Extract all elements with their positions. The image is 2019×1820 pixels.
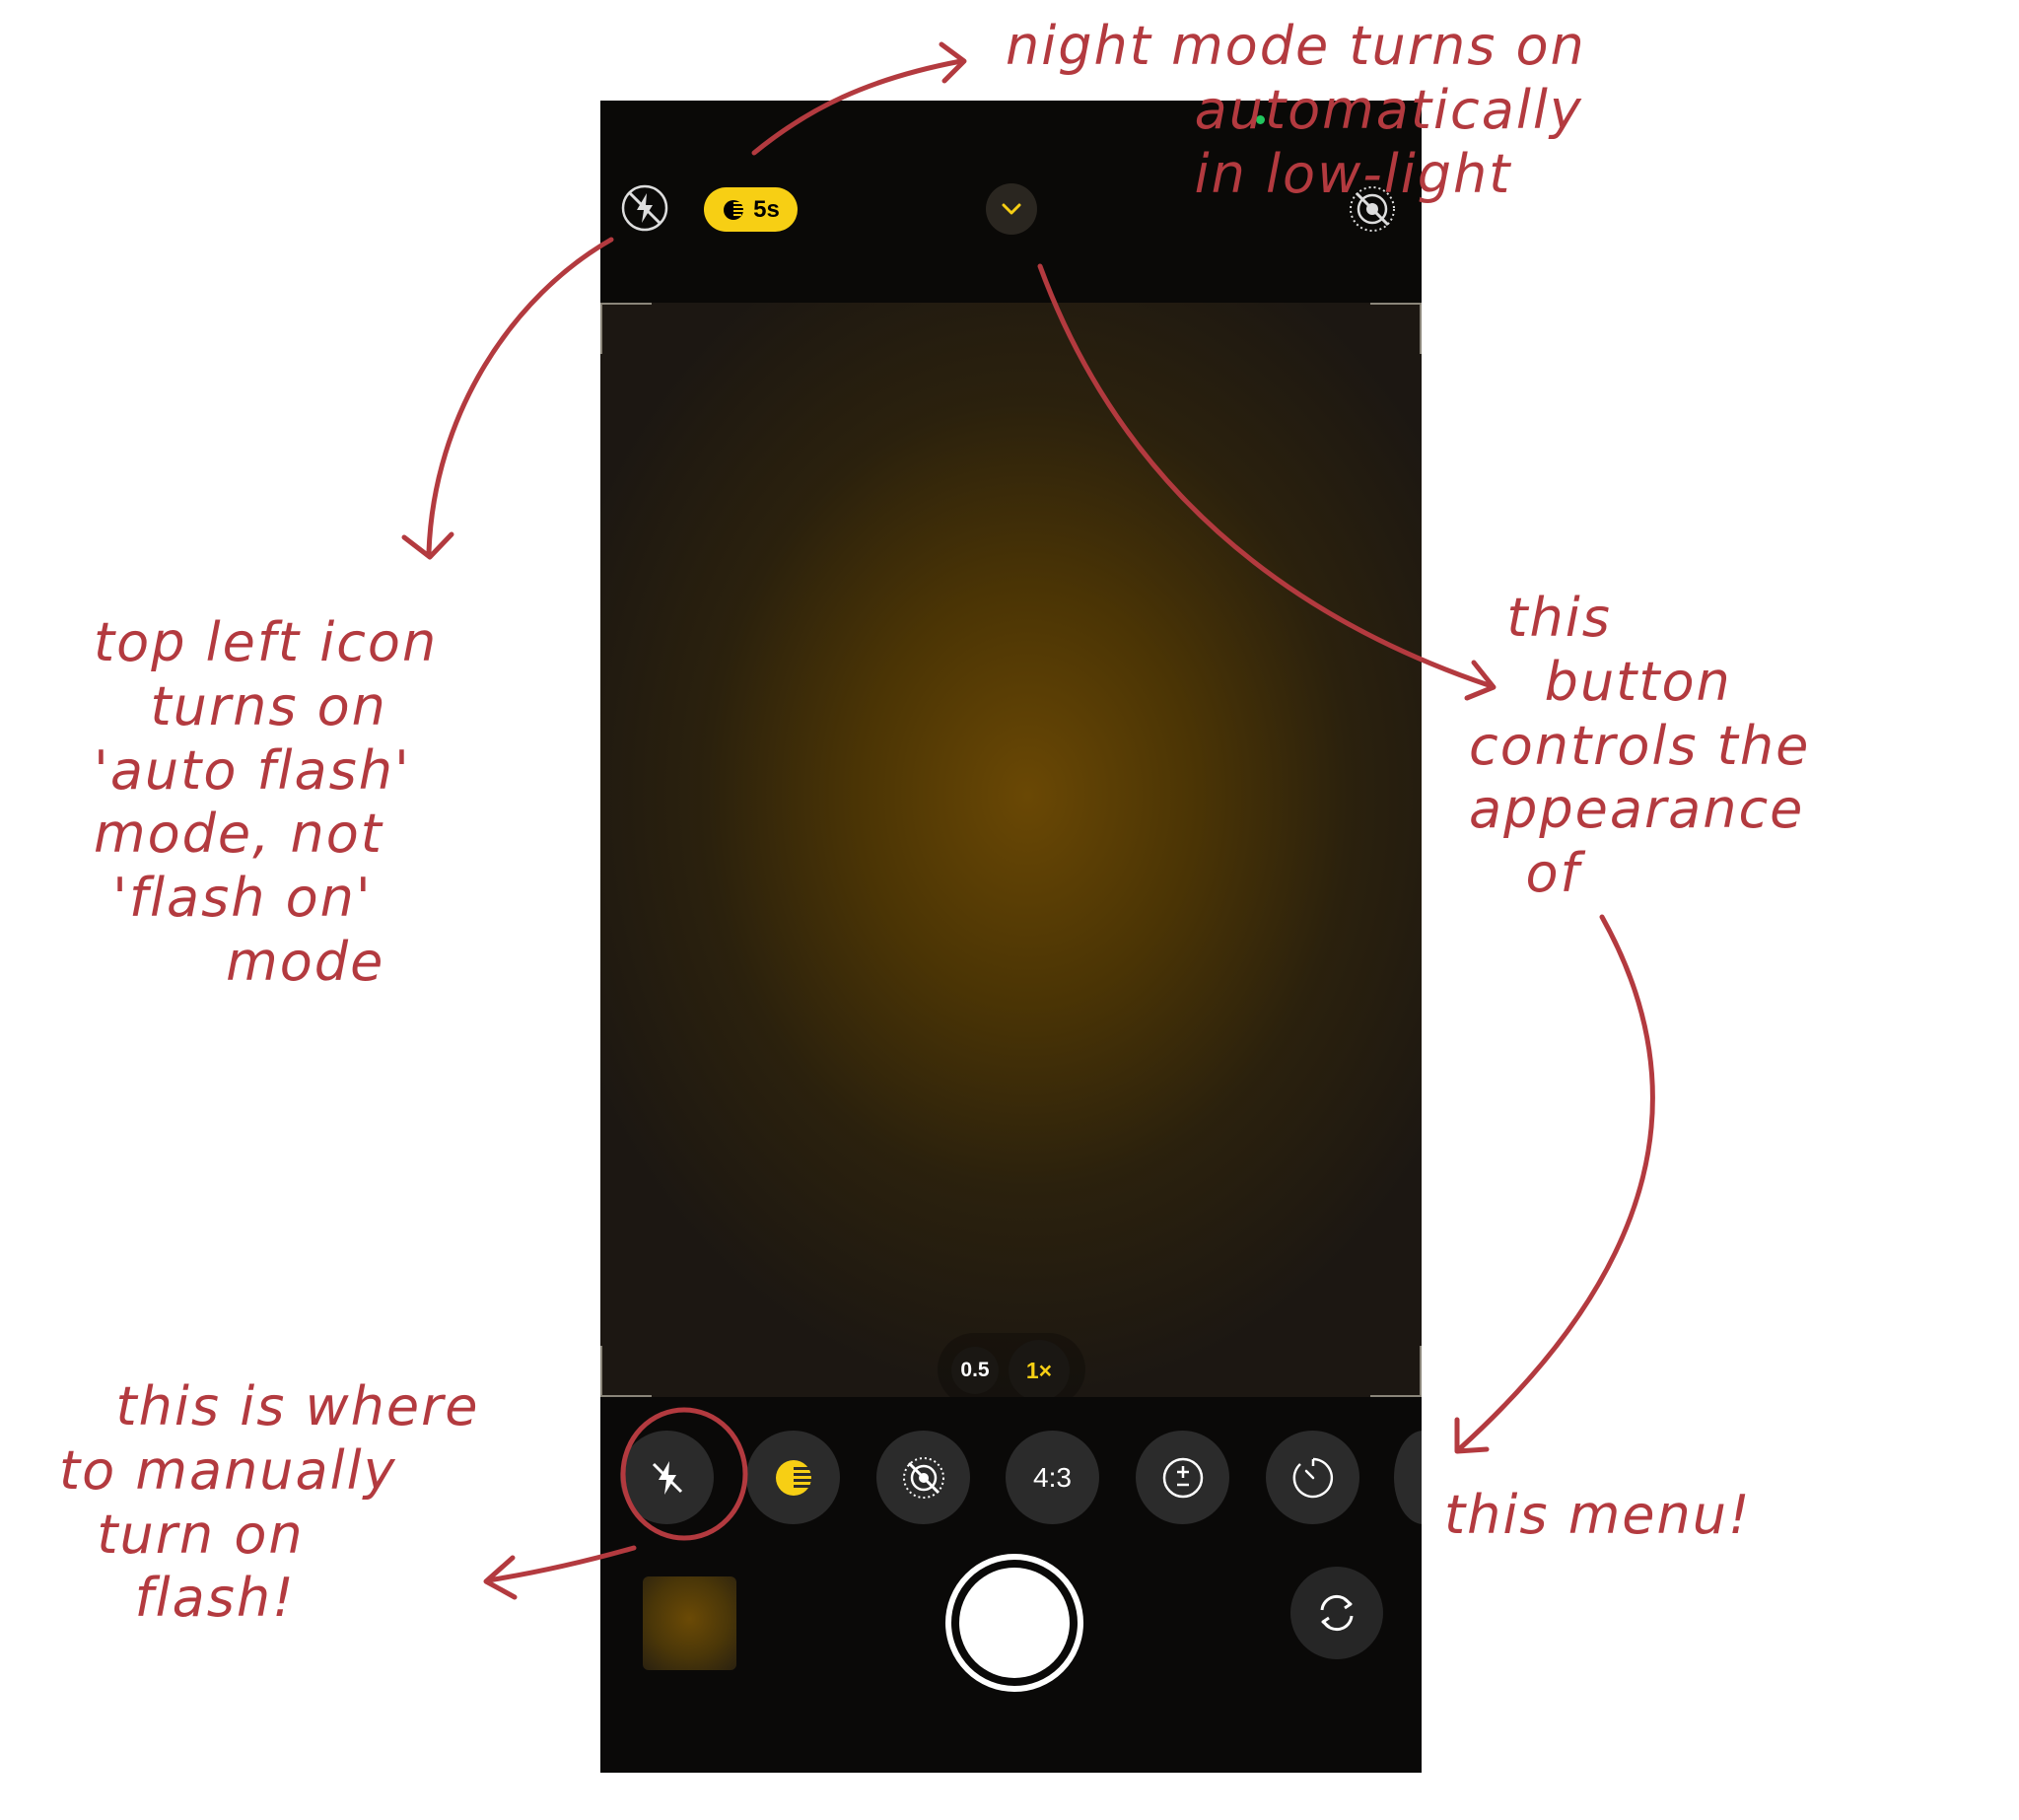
arrow-menu: [1456, 914, 1655, 1452]
arrow-night-mode: [751, 58, 964, 156]
annotation-circle: [620, 1407, 748, 1541]
arrow-manual-flash: [485, 1545, 637, 1583]
arrow-top-left-icon: [426, 237, 614, 555]
arrow-chevron: [1037, 263, 1492, 688]
annotation-arrows: [401, 41, 1655, 1600]
